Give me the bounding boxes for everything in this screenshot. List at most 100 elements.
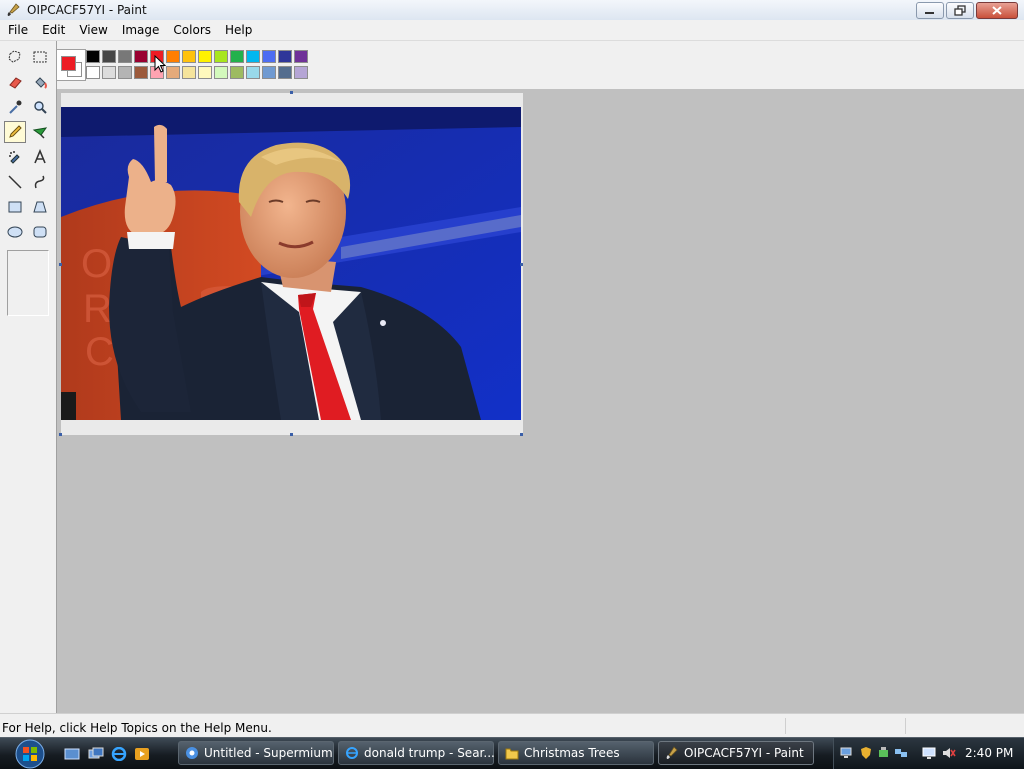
show-desktop-icon[interactable]	[64, 747, 80, 761]
rounded-rectangle-icon	[33, 226, 47, 238]
tool-rounded-rectangle[interactable]	[29, 221, 51, 243]
palette-swatch[interactable]	[86, 50, 100, 63]
safely-remove-icon[interactable]	[876, 746, 890, 760]
palette-swatch[interactable]	[214, 50, 228, 63]
pencil-icon	[9, 125, 22, 138]
brush-icon	[32, 127, 48, 139]
palette-swatch[interactable]	[278, 66, 292, 79]
svg-text:R: R	[83, 287, 112, 331]
tool-eraser[interactable]	[4, 71, 26, 93]
current-colors[interactable]	[56, 49, 86, 81]
fill-bucket-icon	[35, 77, 47, 89]
menu-bar: File Edit View Image Colors Help	[0, 20, 1024, 41]
palette-swatch[interactable]	[278, 50, 292, 63]
palette-swatch[interactable]	[246, 50, 260, 63]
palette-row-top	[86, 50, 310, 63]
palette-swatch[interactable]	[102, 66, 116, 79]
palette-swatch[interactable]	[166, 50, 180, 63]
network-connections-icon[interactable]	[894, 746, 908, 760]
menu-image[interactable]: Image	[116, 23, 166, 37]
rectangle-select-icon	[33, 51, 47, 63]
svg-text:C: C	[85, 330, 114, 374]
toolbox	[0, 41, 57, 713]
start-button[interactable]	[10, 738, 50, 769]
taskbar-button-label: donald trump - Sear...	[364, 746, 495, 760]
tool-text[interactable]	[29, 146, 51, 168]
free-form-select-icon	[8, 50, 21, 63]
palette-swatch[interactable]	[182, 66, 196, 79]
menu-edit[interactable]: Edit	[36, 23, 71, 37]
monitor-icon[interactable]	[922, 746, 936, 760]
taskbar-button-paint[interactable]: OIPCACF57YI - Paint	[658, 741, 814, 765]
tool-polygon[interactable]	[29, 196, 51, 218]
browser-icon	[186, 747, 198, 759]
magnifier-icon	[34, 101, 47, 114]
resize-handle-bottom-right[interactable]	[520, 433, 523, 436]
network-icon[interactable]	[839, 746, 853, 760]
palette-swatch[interactable]	[166, 66, 180, 79]
svg-text:O: O	[81, 242, 112, 286]
tool-brush[interactable]	[29, 121, 51, 143]
tool-line[interactable]	[4, 171, 26, 193]
taskbar-button-supermium[interactable]: Untitled - Supermium	[178, 741, 334, 765]
taskbar-button-christmas-trees[interactable]: Christmas Trees	[498, 741, 654, 765]
tool-options-box[interactable]	[7, 250, 49, 316]
palette-swatch[interactable]	[134, 66, 148, 79]
clock: 2:40 PM	[965, 746, 1014, 760]
palette-swatch[interactable]	[230, 66, 244, 79]
tool-pencil[interactable]	[4, 121, 26, 143]
palette-swatch[interactable]	[198, 66, 212, 79]
palette-swatch[interactable]	[198, 50, 212, 63]
system-tray: 2:40 PM	[833, 738, 1024, 769]
volume-muted-icon[interactable]	[942, 746, 956, 760]
resize-handle-right[interactable]	[520, 263, 523, 266]
taskbar: Untitled - Supermium donald trump - Sear…	[0, 737, 1024, 769]
text-icon	[34, 149, 46, 164]
restore-button[interactable]	[946, 2, 974, 19]
switch-windows-icon[interactable]	[88, 747, 104, 761]
palette-swatch[interactable]	[134, 50, 148, 63]
paint-brush-icon	[666, 746, 678, 759]
taskbar-button-search[interactable]: donald trump - Sear...	[338, 741, 495, 765]
tool-magnifier[interactable]	[29, 96, 51, 118]
palette-swatch[interactable]	[294, 66, 308, 79]
palette-swatch[interactable]	[262, 50, 276, 63]
tool-airbrush[interactable]	[4, 146, 26, 168]
tool-curve[interactable]	[29, 171, 51, 193]
line-icon	[8, 175, 22, 189]
tool-rectangle[interactable]	[4, 196, 26, 218]
menu-file[interactable]: File	[2, 23, 34, 37]
palette-swatch[interactable]	[294, 50, 308, 63]
resize-handle-left[interactable]	[59, 263, 62, 266]
palette-swatch[interactable]	[86, 66, 100, 79]
photo-of-man-giving-thumbs-up[interactable]: O R C	[61, 107, 521, 420]
palette-swatch[interactable]	[118, 50, 132, 63]
menu-colors[interactable]: Colors	[167, 23, 217, 37]
tool-free-form-select[interactable]	[4, 46, 26, 68]
palette-swatch[interactable]	[230, 50, 244, 63]
resize-handle-top[interactable]	[290, 91, 293, 94]
palette-swatch[interactable]	[118, 66, 132, 79]
menu-help[interactable]: Help	[219, 23, 258, 37]
tool-select[interactable]	[29, 46, 51, 68]
tool-fill[interactable]	[29, 71, 51, 93]
palette-swatch[interactable]	[262, 66, 276, 79]
close-icon	[992, 6, 1002, 15]
tool-ellipse[interactable]	[4, 221, 26, 243]
minimize-button[interactable]	[916, 2, 944, 19]
palette-swatch[interactable]	[102, 50, 116, 63]
media-player-icon[interactable]	[134, 747, 150, 761]
mouse-cursor-icon	[154, 55, 166, 73]
window-controls	[916, 2, 1018, 19]
tool-pick-color[interactable]	[4, 96, 26, 118]
palette-swatch[interactable]	[246, 66, 260, 79]
resize-handle-bottom[interactable]	[290, 433, 293, 436]
palette-swatch[interactable]	[214, 66, 228, 79]
internet-explorer-icon[interactable]	[111, 747, 127, 761]
menu-view[interactable]: View	[73, 23, 113, 37]
taskbar-button-label: Christmas Trees	[524, 746, 620, 760]
resize-handle-bottom-left[interactable]	[59, 433, 62, 436]
palette-swatch[interactable]	[182, 50, 196, 63]
close-button[interactable]	[976, 2, 1018, 19]
security-shield-icon[interactable]	[859, 746, 873, 760]
